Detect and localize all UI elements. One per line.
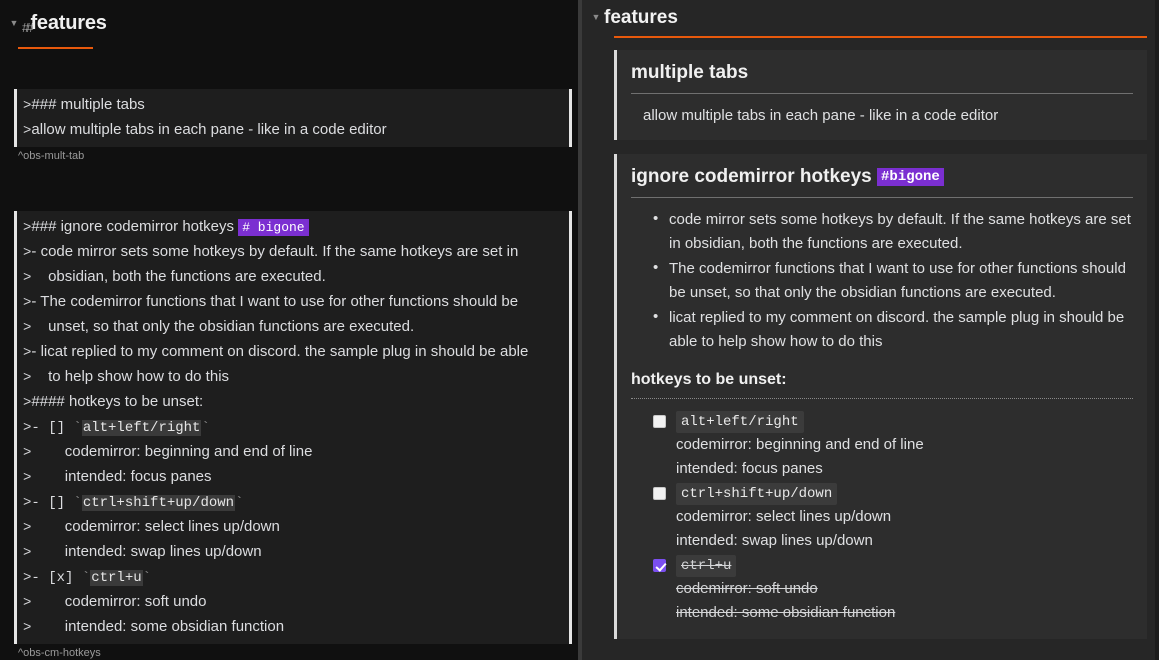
preview-heading-row: ▼ features [582,0,1159,30]
task-detail-line: codemirror: soft undo [676,577,1133,601]
source-spacer-1 [0,49,578,89]
markdown-preview-pane[interactable]: ▼ features multiple tabs allow multiple … [582,0,1159,660]
preview-heading-label: ignore codemirror hotkeys [631,166,872,187]
task-list-item: alt+left/right codemirror: beginning and… [653,411,1133,481]
preview-blockquote-2: ignore codemirror hotkeys #bigone code m… [614,154,1147,639]
tag-bigone[interactable]: # bigone [238,219,308,236]
source-line: > to help show how to do this [17,365,569,390]
triangle-down-icon[interactable]: ▼ [6,12,22,34]
preview-heading-rule [614,36,1147,38]
triangle-down-icon[interactable]: ▼ [588,6,604,28]
inline-code: alt+left/right [82,420,202,436]
source-line: > obsidian, both the functions are execu… [17,265,569,290]
markdown-source-pane[interactable]: ▼ ##features >### multiple tabs >allow m… [0,0,578,660]
source-line: > codemirror: select lines up/down [17,515,569,540]
list-item: The codemirror functions that I want to … [653,257,1133,305]
editor-split-view: ▼ ##features >### multiple tabs >allow m… [0,0,1159,660]
source-blockquote-2[interactable]: >### ignore codemirror hotkeys # bigone … [14,211,572,644]
task-detail-line: codemirror: select lines up/down [676,505,1133,529]
preview-heading-multiple-tabs: multiple tabs [631,60,1133,94]
source-block-id: ^obs-mult-tab [0,147,578,164]
tag-bigone[interactable]: #bigone [877,168,944,186]
task-row: alt+left/right [653,411,1133,433]
source-line: >- code mirror sets some hotkeys by defa… [17,240,569,265]
hotkey-code: alt+left/right [676,411,804,433]
source-line: > intended: focus panes [17,465,569,490]
source-line: > unset, so that only the obsidian funct… [17,315,569,340]
source-line: >- The codemirror functions that I want … [17,290,569,315]
task-row: ctrl+u [653,555,1133,577]
preview-scrollbar[interactable] [1155,0,1159,660]
preview-heading-ignore-hotkeys: ignore codemirror hotkeys #bigone [631,164,1133,198]
preview-task-list: alt+left/right codemirror: beginning and… [631,411,1133,625]
source-heading: ##features [22,12,107,35]
source-spacer-2 [0,164,578,211]
source-blockquote-1[interactable]: >### multiple tabs >allow multiple tabs … [14,89,572,147]
task-detail-line: intended: swap lines up/down [676,529,1133,553]
source-line: >allow multiple tabs in each pane - like… [17,118,569,143]
source-line: > intended: some obsidian function [17,615,569,640]
preview-subheading-hotkeys-unset: hotkeys to be unset: [631,368,1133,399]
source-line: > codemirror: beginning and end of line [17,440,569,465]
preview-blockquote-1: multiple tabs allow multiple tabs in eac… [614,50,1147,140]
task-checkbox-checked[interactable] [653,559,666,572]
source-line: >- [] `alt+left/right` [17,415,569,440]
hotkey-code: ctrl+u [676,555,736,577]
source-block-id: ^obs-cm-hotkeys [0,644,578,660]
task-detail-line: intended: some obsidian function [676,601,1133,625]
preview-bullet-list: code mirror sets some hotkeys by default… [631,208,1133,354]
source-line: >### ignore codemirror hotkeys # bigone [17,215,569,240]
preview-paragraph: allow multiple tabs in each pane - like … [643,104,1133,128]
source-line: >### multiple tabs [17,93,569,118]
source-heading-row: ▼ ##features [0,0,578,46]
task-checkbox-unchecked[interactable] [653,487,666,500]
list-item: licat replied to my comment on discord. … [653,306,1133,354]
task-detail-line: codemirror: beginning and end of line [676,433,1133,457]
hotkey-code: ctrl+shift+up/down [676,483,837,505]
task-list-item: ctrl+shift+up/down codemirror: select li… [653,483,1133,553]
source-line: >#### hotkeys to be unset: [17,390,569,415]
preview-heading-text: features [604,6,678,30]
inline-code: ctrl+shift+up/down [82,495,235,511]
task-list-item: ctrl+u codemirror: soft undo intended: s… [653,555,1133,625]
source-line: >- licat replied to my comment on discor… [17,340,569,365]
inline-code: ctrl+u [90,570,142,586]
task-checkbox-unchecked[interactable] [653,415,666,428]
task-row: ctrl+shift+up/down [653,483,1133,505]
task-detail-line: intended: focus panes [676,457,1133,481]
source-line: >- [] `ctrl+shift+up/down` [17,490,569,515]
source-line: >- [x] `ctrl+u` [17,565,569,590]
list-item: code mirror sets some hotkeys by default… [653,208,1133,256]
source-heading-text: features [30,12,106,34]
source-line: > codemirror: soft undo [17,590,569,615]
source-line: > intended: swap lines up/down [17,540,569,565]
